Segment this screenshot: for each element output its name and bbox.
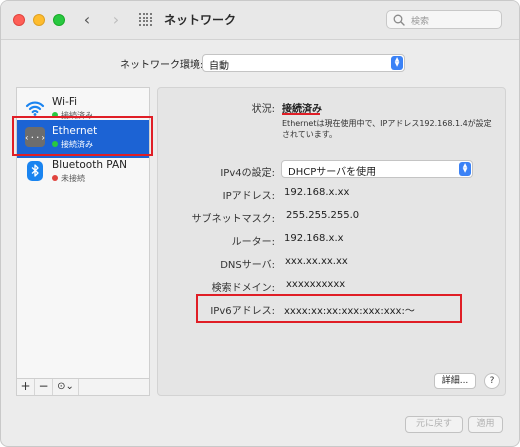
dns-server-label: DNSサーバ: — [220, 260, 275, 271]
advanced-button[interactable]: 詳細... — [434, 373, 476, 389]
action-menu-button[interactable]: ⊙⌄ — [53, 379, 79, 395]
sidebar-item-bluetooth-pan[interactable]: Bluetooth PAN 未接続 — [17, 154, 149, 192]
network-preferences-window: ‹ › ネットワーク 検索 ネットワーク環境: 自動 ▲ ▼ Wi-Fi 接続済… — [0, 0, 520, 447]
status-dot-icon — [52, 175, 58, 181]
forward-icon[interactable]: › — [108, 11, 124, 29]
minimize-button[interactable] — [33, 14, 45, 26]
search-placeholder: 検索 — [411, 17, 430, 27]
status-description: Ethernetは現在使用中で、IPアドレス192.168.1.4が設定されてい… — [282, 119, 492, 139]
apply-button[interactable]: 適用 — [468, 416, 503, 433]
router-label: ルーター: — [231, 237, 275, 248]
sidebar-item-name: Bluetooth PAN — [52, 159, 128, 171]
location-label: ネットワーク環境: — [120, 60, 204, 71]
sidebar-item-status: 未接続 — [61, 174, 85, 183]
ipv4-config-label: IPv4の設定: — [220, 168, 275, 179]
ipv6-highlight-box — [196, 294, 462, 323]
back-icon[interactable]: ‹ — [79, 11, 95, 29]
zoom-button[interactable] — [53, 14, 65, 26]
ipv4-config-value: DHCPサーバを使用 — [288, 167, 377, 178]
ethernet-highlight-box — [12, 116, 153, 156]
show-all-grid-icon[interactable] — [139, 13, 152, 26]
help-button[interactable]: ? — [484, 373, 500, 389]
title-bar: ‹ › ネットワーク 検索 — [1, 1, 519, 40]
ip-address-label: IPアドレス: — [222, 191, 275, 202]
dns-server-value: xxx.xx.xx.xx — [285, 256, 348, 267]
location-value: 自動 — [209, 61, 229, 72]
status-label: 状況: — [251, 104, 275, 115]
router-value: 192.168.x.x — [284, 233, 344, 244]
ipv4-config-popup[interactable]: DHCPサーバを使用 ▲ ▼ — [281, 160, 473, 178]
close-button[interactable] — [13, 14, 25, 26]
location-popup[interactable]: 自動 ▲ ▼ — [202, 54, 405, 72]
search-icon — [393, 14, 405, 26]
service-list-toolbar: + − ⊙⌄ — [16, 378, 150, 396]
add-service-button[interactable]: + — [17, 379, 35, 395]
search-domain-value: xxxxxxxxxx — [286, 279, 346, 290]
search-input[interactable]: 検索 — [386, 10, 502, 29]
subnet-mask-value: 255.255.255.0 — [286, 210, 360, 221]
remove-service-button[interactable]: − — [35, 379, 53, 395]
search-domain-label: 検索ドメイン: — [211, 283, 275, 294]
sidebar-item-name: Wi-Fi — [52, 96, 78, 108]
popup-chevron-icon: ▲ ▼ — [391, 56, 403, 70]
window-title: ネットワーク — [164, 13, 237, 27]
status-annotation-underline — [282, 113, 320, 115]
popup-chevron-icon: ▲ ▼ — [459, 162, 471, 176]
ip-address-value: 192.168.x.xx — [284, 187, 350, 198]
revert-button[interactable]: 元に戻す — [405, 416, 463, 433]
subnet-mask-label: サブネットマスク: — [191, 214, 275, 225]
bluetooth-icon — [27, 161, 43, 181]
